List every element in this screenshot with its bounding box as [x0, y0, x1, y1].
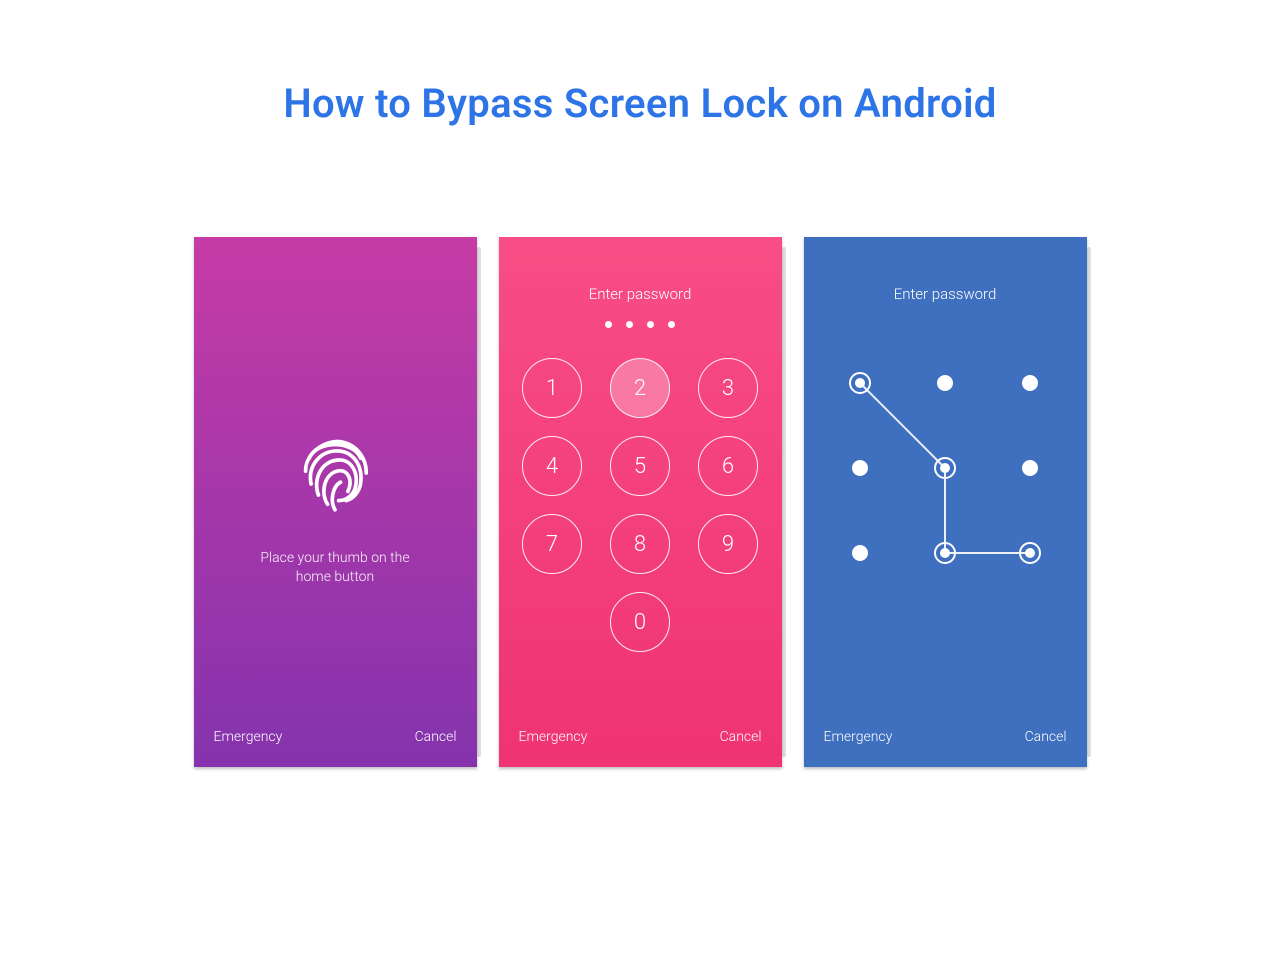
pattern-node-1[interactable] [849, 372, 871, 394]
pin-dot [605, 321, 612, 328]
emergency-link[interactable]: Emergency [519, 729, 588, 745]
cancel-link[interactable]: Cancel [720, 729, 762, 745]
keypad-key-6[interactable]: 6 [698, 436, 758, 496]
phone-pin: Enter password 123 456 7890 Emergency Canc… [499, 237, 782, 767]
pattern-node-9[interactable] [1019, 542, 1041, 564]
pin-dots [499, 321, 782, 328]
keypad-key-9[interactable]: 9 [698, 514, 758, 574]
fingerprint-center: Place your thumb on the home button [194, 427, 477, 587]
keypad-key-4[interactable]: 4 [522, 436, 582, 496]
pattern-node-8[interactable] [934, 542, 956, 564]
emergency-link[interactable]: Emergency [824, 729, 893, 745]
keypad-key-3[interactable]: 3 [698, 358, 758, 418]
keypad-key-8[interactable]: 8 [610, 514, 670, 574]
keypad-key-0[interactable]: 0 [610, 592, 670, 652]
pin-dot [626, 321, 633, 328]
phone-side-edge [782, 247, 786, 757]
pattern-node-5[interactable] [934, 457, 956, 479]
pattern-header: Enter password [804, 285, 1087, 303]
phone-side-edge [477, 247, 481, 757]
fingerprint-hint-line2: home button [260, 568, 409, 587]
keypad-key-5[interactable]: 5 [610, 436, 670, 496]
pin-keypad: 123 456 7890 [522, 358, 758, 652]
keypad-key-2[interactable]: 2 [610, 358, 670, 418]
fingerprint-hint-line1: Place your thumb on the [260, 549, 409, 568]
page-title: How to Bypass Screen Lock on Android [0, 80, 1280, 127]
keypad-key-1[interactable]: 1 [522, 358, 582, 418]
pattern-node-6[interactable] [1022, 460, 1038, 476]
cancel-link[interactable]: Cancel [415, 729, 457, 745]
pin-dot [647, 321, 654, 328]
emergency-link[interactable]: Emergency [214, 729, 283, 745]
pattern-node-2[interactable] [937, 375, 953, 391]
phone-footer: Emergency Cancel [499, 729, 782, 745]
phone-side-edge [1087, 247, 1091, 757]
enter-password-label: Enter password [499, 285, 782, 303]
phone-footer: Emergency Cancel [194, 729, 477, 745]
pattern-grid[interactable] [840, 363, 1050, 573]
pin-header: Enter password [499, 285, 782, 328]
fingerprint-icon [289, 427, 381, 519]
phone-fingerprint: Place your thumb on the home button Emer… [194, 237, 477, 767]
pattern-node-3[interactable] [1022, 375, 1038, 391]
phones-row: Place your thumb on the home button Emer… [0, 237, 1280, 767]
cancel-link[interactable]: Cancel [1025, 729, 1067, 745]
pattern-node-4[interactable] [852, 460, 868, 476]
phone-pattern: Enter password Emergency Cancel [804, 237, 1087, 767]
keypad-key-7[interactable]: 7 [522, 514, 582, 574]
phone-footer: Emergency Cancel [804, 729, 1087, 745]
enter-password-label: Enter password [804, 285, 1087, 303]
pin-dot [668, 321, 675, 328]
fingerprint-hint: Place your thumb on the home button [260, 549, 409, 587]
pattern-node-7[interactable] [852, 545, 868, 561]
